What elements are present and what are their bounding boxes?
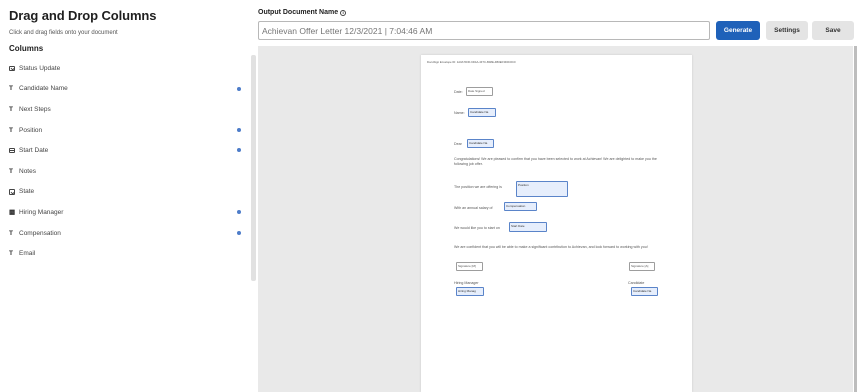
columns-panel: Drag and Drop Columns Click and drag fie… bbox=[0, 0, 258, 392]
generate-button[interactable]: Generate bbox=[716, 21, 760, 40]
candidate-sign-field[interactable]: Candidate Na bbox=[631, 287, 658, 296]
column-label: Email bbox=[19, 250, 36, 258]
dear-label: Dear bbox=[454, 142, 462, 146]
column-label: Start Date bbox=[19, 147, 49, 155]
column-item-start-date[interactable]: Start Date bbox=[0, 140, 250, 161]
info-icon[interactable]: i bbox=[340, 9, 347, 16]
envelope-id: DocuSign Envelope ID: 1A0A7D3F-6D4A-4F7C… bbox=[427, 60, 516, 64]
column-item-position[interactable]: T Position bbox=[0, 120, 250, 141]
hiring-manager-field[interactable]: Hiring Manag bbox=[456, 287, 484, 296]
output-name-label: Output Document Name i bbox=[258, 9, 347, 16]
text-icon: T bbox=[9, 229, 13, 237]
used-indicator-dot bbox=[237, 86, 241, 91]
column-item-status-update[interactable]: Status Update bbox=[0, 58, 250, 79]
signature-left-field[interactable]: Signature [M] bbox=[456, 262, 483, 271]
position-text: The position we are offering is bbox=[454, 185, 502, 189]
start-date-field[interactable]: Start Date bbox=[509, 222, 547, 232]
date-label: Date: bbox=[454, 90, 463, 94]
document-preview-area: DocuSign Envelope ID: 1A0A7D3F-6D4A-4F7C… bbox=[258, 46, 853, 392]
panel-title: Drag and Drop Columns bbox=[9, 8, 157, 23]
text-icon: T bbox=[9, 105, 13, 113]
date-field[interactable]: Date Signed bbox=[466, 87, 493, 96]
column-label: Next Steps bbox=[19, 105, 51, 113]
status-icon bbox=[9, 189, 17, 195]
used-indicator-dot bbox=[237, 127, 241, 132]
candidate-label: Candidate bbox=[628, 281, 645, 285]
save-button[interactable]: Save bbox=[812, 21, 854, 40]
column-item-notes[interactable]: T Notes bbox=[0, 161, 250, 182]
column-label: State bbox=[19, 188, 35, 196]
confident-text: We are confident that you will be able t… bbox=[454, 245, 648, 249]
column-item-hiring-manager[interactable]: ▩ Hiring Manager bbox=[0, 202, 250, 223]
hiring-manager-label: Hiring Manager bbox=[454, 281, 479, 285]
dear-candidate-field[interactable]: Candidate Na bbox=[467, 139, 494, 148]
candidate-name-field[interactable]: Candidate Na bbox=[468, 108, 496, 117]
column-label: Hiring Manager bbox=[19, 208, 64, 216]
column-label: Position bbox=[19, 126, 43, 134]
column-label: Status Update bbox=[19, 64, 61, 72]
used-indicator-dot bbox=[237, 148, 241, 153]
columns-scrollbar[interactable] bbox=[251, 55, 256, 281]
signature-right-field[interactable]: Signature [A] bbox=[629, 262, 655, 271]
column-item-next-steps[interactable]: T Next Steps bbox=[0, 99, 250, 120]
column-label: Compensation bbox=[19, 229, 61, 237]
used-indicator-dot bbox=[237, 210, 241, 215]
calendar-icon bbox=[9, 147, 17, 154]
used-indicator-dot bbox=[237, 230, 241, 235]
column-item-candidate-name[interactable]: T Candidate Name bbox=[0, 79, 250, 100]
output-name-input[interactable] bbox=[258, 21, 710, 40]
status-icon bbox=[9, 65, 17, 72]
settings-button[interactable]: Settings bbox=[766, 21, 808, 40]
column-label: Notes bbox=[19, 167, 36, 175]
column-label: Candidate Name bbox=[19, 85, 68, 93]
text-icon: T bbox=[9, 167, 13, 175]
compensation-field[interactable]: Compensation bbox=[504, 202, 537, 211]
people-icon: ▩ bbox=[9, 209, 16, 217]
start-text: We would like you to start on bbox=[454, 226, 500, 230]
columns-heading: Columns bbox=[9, 44, 44, 53]
column-item-compensation[interactable]: T Compensation bbox=[0, 223, 250, 244]
congrats-text: Congratulations! We are pleased to confi… bbox=[454, 157, 657, 167]
salary-text: With an annual salary of bbox=[454, 206, 493, 210]
columns-list: Status Update T Candidate Name T Next St… bbox=[0, 58, 250, 264]
column-item-email[interactable]: T Email bbox=[0, 243, 250, 264]
position-field[interactable]: Position bbox=[516, 181, 568, 197]
column-item-state[interactable]: State bbox=[0, 182, 250, 203]
text-icon: T bbox=[9, 250, 13, 258]
text-icon: T bbox=[9, 85, 13, 93]
panel-subtitle: Click and drag fields onto your document bbox=[9, 30, 118, 36]
name-label: Name: bbox=[454, 111, 465, 115]
output-name-label-text: Output Document Name bbox=[258, 9, 339, 16]
document-page: DocuSign Envelope ID: 1A0A7D3F-6D4A-4F7C… bbox=[421, 55, 692, 392]
text-icon: T bbox=[9, 126, 13, 134]
